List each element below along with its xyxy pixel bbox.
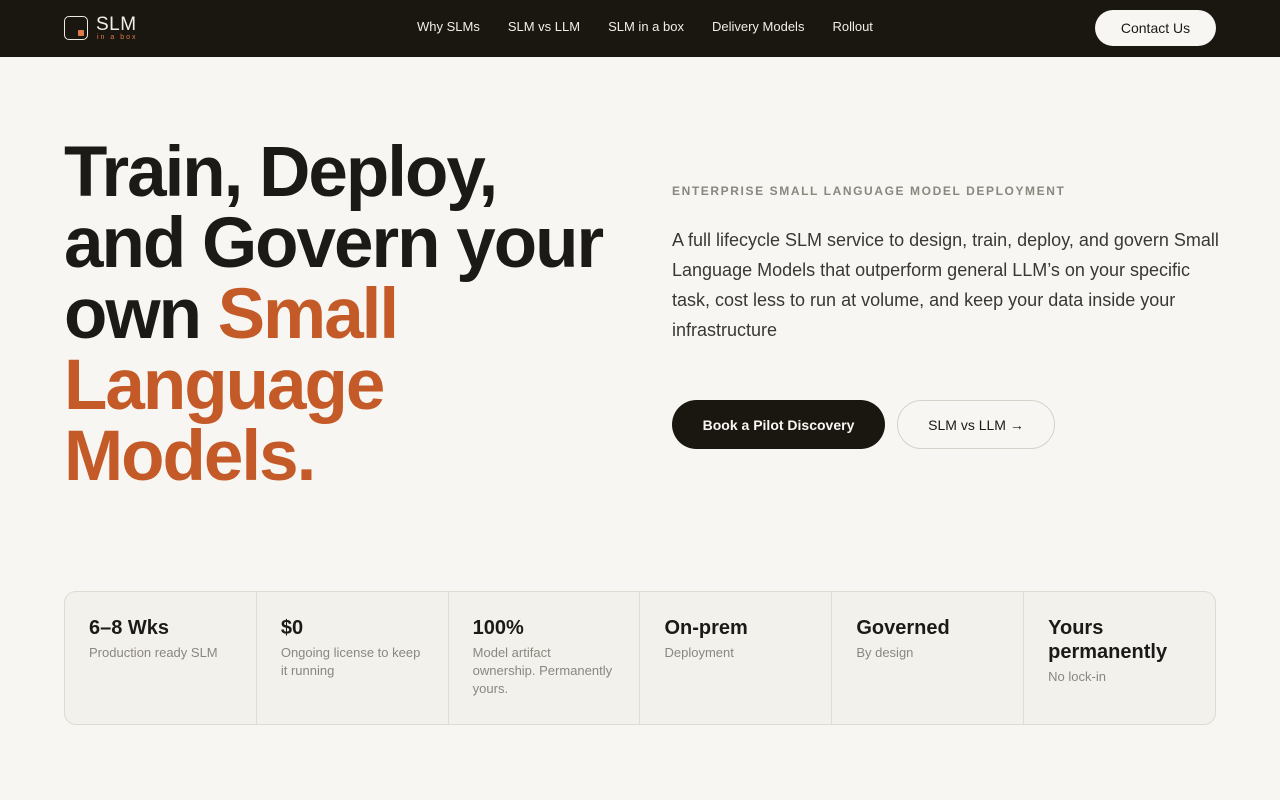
stat-card: On-prem Deployment — [640, 592, 833, 724]
stat-card: 6–8 Wks Production ready SLM — [65, 592, 257, 724]
stat-label: Ongoing license to keep it running — [280, 645, 421, 678]
stats-strip: 6–8 Wks Production ready SLM $0 Ongoing … — [64, 591, 1216, 725]
stat-value: On-prem — [664, 617, 748, 639]
stat-value: 6–8 Wks — [89, 617, 170, 639]
stat-card: Yours permanently No lock-in — [1024, 592, 1215, 724]
hero-eyebrow: ENTERPRISE SMALL LANGUAGE MODEL DEPLOYME… — [672, 184, 1066, 198]
stat-label: Production ready SLM — [89, 645, 218, 660]
nav-link-rollout[interactable]: Rollout — [832, 19, 872, 34]
stat-value: Yours permanently — [1048, 617, 1168, 663]
logo-dot-icon — [78, 30, 84, 36]
stat-value: $0 — [280, 617, 304, 639]
stat-card: Governed By design — [832, 592, 1025, 724]
slm-vs-llm-button[interactable]: SLM vs LLM → — [897, 400, 1055, 449]
book-pilot-discovery-button[interactable]: Book a Pilot Discovery — [672, 400, 885, 449]
hero-headline: Train, Deploy, and Govern your own Small… — [64, 137, 624, 492]
stat-label: Deployment — [664, 645, 734, 660]
stat-label: By design — [856, 645, 914, 660]
stat-label: No lock-in — [1048, 669, 1106, 684]
stat-value: 100% — [472, 617, 524, 639]
top-navigation-bar: SLM in a box Why SLMs SLM vs LLM SLM in … — [0, 0, 1280, 57]
nav-link-why-slms[interactable]: Why SLMs — [417, 19, 480, 34]
nav-link-slm-vs-llm[interactable]: SLM vs LLM — [508, 19, 580, 34]
nav-link-slm-in-a-box[interactable]: SLM in a box — [608, 19, 684, 34]
logo[interactable]: SLM in a box — [64, 14, 144, 43]
stat-value: Governed — [856, 617, 950, 639]
stat-label: Model artifact ownership. Permanently yo… — [472, 645, 613, 696]
logo-subtitle: in a box — [97, 34, 138, 41]
stat-card: 100% Model artifact ownership. Permanent… — [449, 592, 641, 724]
nav-link-delivery-models[interactable]: Delivery Models — [712, 19, 804, 34]
logo-text: SLM — [96, 14, 137, 35]
hero-description: A full lifecycle SLM service to design, … — [672, 230, 1219, 340]
stat-card: $0 Ongoing license to keep it running — [257, 592, 449, 724]
main-nav: Why SLMs SLM vs LLM SLM in a box Deliver… — [417, 19, 873, 34]
logo-mark-icon — [64, 16, 88, 40]
contact-us-button[interactable]: Contact Us — [1095, 10, 1216, 46]
